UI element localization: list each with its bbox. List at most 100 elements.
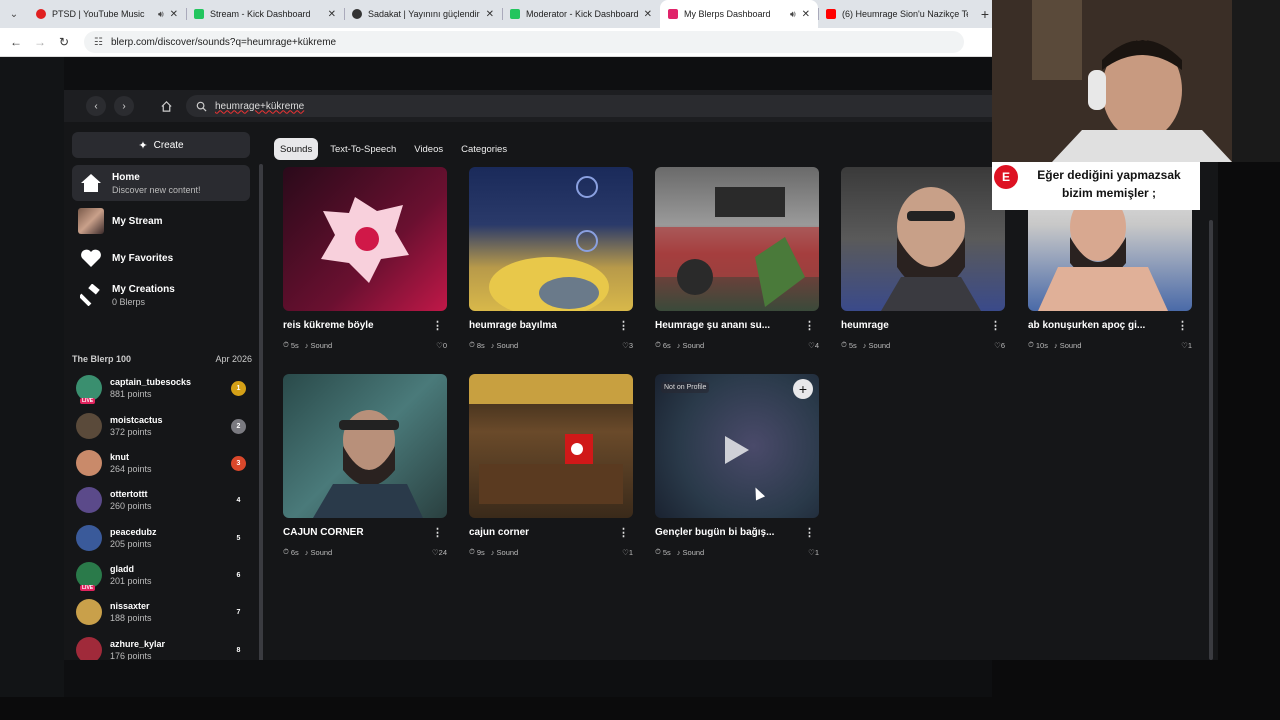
sidebar-item-home[interactable]: Home Discover new content!	[72, 165, 250, 201]
blerp-100-row[interactable]: moistcactus 372 points 2	[76, 409, 246, 443]
more-options-icon[interactable]: ⋮	[804, 319, 819, 332]
thumbnail-image-icon	[881, 187, 981, 311]
forward-arrow-icon[interactable]: →	[28, 35, 52, 49]
card-thumbnail[interactable]	[841, 167, 1005, 311]
back-chevron-icon[interactable]: ‹	[86, 96, 106, 116]
heart-icon[interactable]: ♡	[1181, 341, 1188, 350]
sound-card[interactable]: CAJUN CORNER ⋮ ⏱ 6s ♪ Sound ♡ 24	[283, 374, 447, 557]
timer-icon: ⏱	[841, 340, 847, 349]
blerp-100-row[interactable]: knut 264 points 3	[76, 446, 246, 480]
rank-badge: 6	[236, 571, 241, 579]
sound-card[interactable]: cajun corner ⋮ ⏱ 9s ♪ Sound ♡ 1	[469, 374, 633, 557]
card-title: cajun corner	[469, 527, 530, 538]
tab-videos[interactable]: Videos	[408, 138, 449, 160]
music-note-icon: ♪	[676, 340, 681, 350]
browser-tab[interactable]: (6) Heumrage Sion'u Nazikçe Te	[818, 0, 976, 28]
webcam-overlay	[992, 0, 1280, 162]
url-field[interactable]: ☷ blerp.com/discover/sounds?q=heumrage+k…	[84, 31, 964, 53]
card-thumbnail[interactable]	[655, 167, 819, 311]
speaker-icon[interactable]: 🔊︎	[790, 9, 796, 20]
search-input[interactable]: heumrage+kükreme	[186, 95, 1006, 117]
browser-tab[interactable]: PTSD | YouTube Music 🔊︎ ✕	[28, 0, 186, 28]
blerp-100-row[interactable]: LIVE captain_tubesocks 881 points 1	[76, 371, 246, 405]
card-thumbnail[interactable]	[469, 167, 633, 311]
close-tab-icon[interactable]: ✕	[644, 9, 652, 20]
card-title: CAJUN CORNER	[283, 527, 364, 538]
avatar: LIVE	[76, 375, 102, 404]
speaker-icon[interactable]: 🔊︎	[158, 9, 164, 20]
sound-card[interactable]: Not on Profile + Gençler bugün bi bağış.…	[655, 374, 819, 557]
more-options-icon[interactable]: ⋮	[804, 526, 819, 539]
card-thumbnail[interactable]	[469, 374, 633, 518]
heart-icon[interactable]: ♡	[436, 341, 443, 350]
blerp-100-row[interactable]: LIVE gladd 201 points 6	[76, 558, 246, 592]
music-note-icon: ♪	[490, 547, 495, 557]
site-info-icon[interactable]: ☷	[94, 37, 103, 48]
tab-categories[interactable]: Categories	[455, 138, 513, 160]
timer-icon: ⏱	[469, 547, 475, 556]
timer-icon: ⏱	[469, 340, 475, 349]
play-icon[interactable]	[725, 436, 749, 464]
blerp-100-row[interactable]: peacedubz 205 points 5	[76, 521, 246, 555]
sound-card[interactable]: reis kükreme böyle ⋮ ⏱ 5s ♪ Sound ♡ 0	[283, 167, 447, 350]
blerp-100-row[interactable]: nissaxter 188 points 7	[76, 595, 246, 629]
tab-text-to-speech[interactable]: Text-To-Speech	[324, 138, 402, 160]
rank-username: gladd	[110, 564, 134, 574]
home-icon[interactable]	[156, 96, 176, 116]
tab-sounds[interactable]: Sounds	[274, 138, 319, 160]
sidebar-item-my-stream[interactable]: My Stream	[72, 203, 250, 239]
back-arrow-icon[interactable]: ←	[4, 35, 28, 49]
blerp-100-row[interactable]: azhure_kylar 176 points 8	[76, 633, 246, 660]
create-button[interactable]: ✦ Create	[72, 132, 250, 158]
content-scrollbar[interactable]	[1209, 220, 1213, 660]
rank-username: nissaxter	[110, 601, 150, 611]
card-thumbnail[interactable]	[283, 374, 447, 518]
logo-icon: E	[994, 165, 1018, 189]
more-options-icon[interactable]: ⋮	[432, 319, 447, 332]
heart-icon	[78, 245, 104, 271]
card-thumbnail[interactable]	[283, 167, 447, 311]
blerp-logo-icon	[321, 197, 409, 283]
music-note-icon: ♪	[676, 547, 681, 557]
sound-card[interactable]: heumrage ⋮ ⏱ 5s ♪ Sound ♡ 6	[841, 167, 1005, 350]
avatar	[76, 599, 102, 625]
tab-search-icon[interactable]: ⌄	[0, 0, 28, 28]
browser-tab[interactable]: Sadakat | Yayınını güçlendirmek✕	[344, 0, 502, 28]
blerp-100-row[interactable]: ottertottt 260 points 4	[76, 483, 246, 517]
sidebar-item-my-creations[interactable]: My Creations 0 Blerps	[72, 277, 250, 313]
heart-icon[interactable]: ♡	[622, 341, 629, 350]
card-thumbnail[interactable]: Not on Profile +	[655, 374, 819, 518]
kick-favicon-icon	[194, 9, 204, 19]
more-options-icon[interactable]: ⋮	[990, 319, 1005, 332]
forward-chevron-icon[interactable]: ›	[114, 96, 134, 116]
more-options-icon[interactable]: ⋮	[1177, 319, 1192, 332]
sidebar-scrollbar[interactable]	[259, 164, 263, 660]
heart-icon[interactable]: ♡	[808, 341, 815, 350]
sound-card[interactable]: Heumrage şu ananı su... ⋮ ⏱ 6s ♪ Sound ♡ 4	[655, 167, 819, 350]
rank-badge: 4	[236, 496, 241, 504]
heart-icon[interactable]: ♡	[432, 548, 439, 557]
more-options-icon[interactable]: ⋮	[618, 319, 633, 332]
heart-icon[interactable]: ♡	[622, 548, 629, 557]
add-plus-icon[interactable]: +	[793, 379, 813, 399]
browser-tab-active[interactable]: My Blerps Dashboard 🔊︎ ✕	[660, 0, 818, 28]
sound-card[interactable]: heumrage bayılma ⋮ ⏱ 8s ♪ Sound ♡ 3	[469, 167, 633, 350]
kick-favicon-icon	[510, 9, 520, 19]
close-tab-icon[interactable]: ✕	[486, 9, 494, 20]
close-tab-icon[interactable]: ✕	[802, 9, 810, 20]
browser-tab[interactable]: Moderator - Kick Dashboard ✕	[502, 0, 660, 28]
music-note-icon: ♪	[304, 547, 309, 557]
rank-points: 264 points	[110, 464, 152, 474]
card-title: ab konuşurken apoç gi...	[1028, 320, 1146, 331]
close-tab-icon[interactable]: ✕	[170, 9, 178, 20]
heart-icon[interactable]: ♡	[808, 548, 815, 557]
heart-icon[interactable]: ♡	[994, 341, 1001, 350]
close-tab-icon[interactable]: ✕	[328, 9, 336, 20]
browser-tab[interactable]: Stream - Kick Dashboard ✕	[186, 0, 344, 28]
reload-icon[interactable]: ↻	[52, 35, 76, 49]
rank-points: 205 points	[110, 539, 152, 549]
sidebar-item-my-favorites[interactable]: My Favorites	[72, 240, 250, 276]
more-options-icon[interactable]: ⋮	[432, 526, 447, 539]
rank-points: 260 points	[110, 501, 152, 511]
more-options-icon[interactable]: ⋮	[618, 526, 633, 539]
